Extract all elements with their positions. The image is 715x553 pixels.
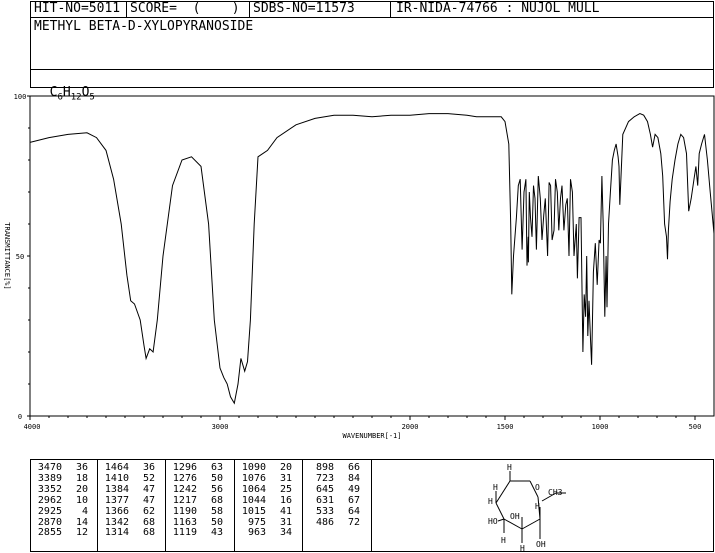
- struct-label-h6: H: [520, 544, 525, 551]
- peak-row: 1190 58: [171, 505, 223, 518]
- peak-table-divider-4: [302, 459, 303, 552]
- struct-label-ch3: CH3: [548, 488, 563, 497]
- struct-label-h3: H: [488, 497, 493, 506]
- peak-transmittance: 64: [347, 505, 360, 517]
- peak-transmittance: 58: [210, 505, 223, 517]
- peak-row: 1015 41: [240, 505, 292, 518]
- peak-row: 1314 68: [103, 528, 155, 539]
- compound-name: METHYL BETA-D-XYLOPYRANOSIDE: [34, 19, 254, 34]
- peak-wavenumber: 2925: [37, 505, 62, 517]
- peak-row: 2855 12: [36, 528, 88, 539]
- header-divider-2: [249, 1, 250, 18]
- peak-transmittance: 62: [142, 505, 155, 517]
- header-divider-3: [390, 1, 391, 18]
- peak-transmittance: 41: [279, 505, 292, 517]
- struct-label-o-ring: O: [535, 483, 540, 492]
- y-tick-label: 0: [18, 413, 22, 421]
- peak-wavenumber: 1190: [172, 505, 197, 517]
- x-axis-label: WAVENUMBER[-1]: [342, 432, 401, 440]
- peak-column-1: 3470 36 3389 18 3352 20 2962 10 2925 4 2870 14 2855 1…: [36, 462, 88, 539]
- peak-row: 2925 4: [36, 505, 88, 518]
- peak-row: 1217 68: [171, 494, 223, 507]
- x-tick-label: 1500: [497, 423, 514, 431]
- peak-row: 486 72: [308, 516, 360, 529]
- peak-row: 1044 16: [240, 494, 292, 507]
- hit-number: HIT-NO=5011: [34, 1, 121, 16]
- peak-wavenumber: 631: [315, 494, 334, 506]
- y-tick-label: 100: [14, 93, 27, 101]
- spectrum-line: [29, 113, 715, 405]
- x-tick-label: 4000: [24, 423, 41, 431]
- peak-transmittance: 34: [279, 527, 292, 539]
- peak-row: 963 34: [240, 528, 292, 539]
- struct-label-oh2: OH: [536, 540, 546, 549]
- peak-row: 1366 62: [103, 505, 155, 518]
- peak-wavenumber: 1015: [241, 505, 266, 517]
- x-tick-label: 1000: [592, 423, 609, 431]
- peak-table-divider-2: [165, 459, 166, 552]
- peak-column-4: 1090 20 1076 31 1064 25 1044 16 1015 41 975 31 963 34: [240, 462, 292, 539]
- struct-label-h1: H: [507, 463, 512, 472]
- peak-wavenumber: 1217: [172, 494, 197, 506]
- peak-wavenumber: 2855: [37, 527, 62, 539]
- peak-transmittance: 12: [75, 527, 88, 539]
- peak-wavenumber: 1314: [104, 527, 129, 539]
- peak-row: 1119 43: [171, 528, 223, 539]
- peak-transmittance: 68: [142, 527, 155, 539]
- ir-nida: IR-NIDA-74766 : NUJOL MULL: [396, 1, 600, 16]
- peak-transmittance: 72: [347, 516, 360, 528]
- header-divider-1: [126, 1, 127, 18]
- ir-spectrum-chart: 4000 3000 2000 1500 1000 500 0 50 100 WAVENUMBER…: [3, 93, 715, 440]
- score: SCORE= ( ): [130, 1, 240, 16]
- peak-transmittance: 47: [142, 494, 155, 506]
- peak-wavenumber: 963: [247, 527, 266, 539]
- peak-transmittance: 67: [347, 494, 360, 506]
- peak-table-divider-1: [97, 459, 98, 552]
- sdbs-number: SDBS-NO=11573: [253, 1, 355, 16]
- peak-wavenumber: 486: [315, 516, 334, 528]
- peak-table-divider-3: [234, 459, 235, 552]
- peak-wavenumber: 533: [315, 505, 334, 517]
- peak-transmittance: 43: [210, 527, 223, 539]
- struct-label-h4: H: [501, 536, 506, 545]
- peak-wavenumber: 1119: [172, 527, 197, 539]
- struct-label-ho: HO: [488, 517, 498, 526]
- peak-wavenumber: 1044: [241, 494, 266, 506]
- peak-transmittance: 68: [210, 494, 223, 506]
- peak-wavenumber: 1366: [104, 505, 129, 517]
- peak-wavenumber: 2962: [37, 494, 62, 506]
- peak-transmittance: 16: [279, 494, 292, 506]
- peak-column-5: 898 66 723 84 645 49 631 67 533 64 486 72: [308, 462, 360, 529]
- peak-row: 631 67: [308, 494, 360, 507]
- struct-label-h2: H: [493, 483, 498, 492]
- y-axis-label: TRANSMITTANCE[%]: [3, 222, 11, 289]
- peak-column-2: 1464 36 1410 52 1384 47 1377 47 1366 62 1342 68 1314…: [103, 462, 155, 539]
- x-tick-label: 3000: [212, 423, 229, 431]
- struct-label-oh1: OH: [510, 512, 520, 521]
- peak-wavenumber: 1377: [104, 494, 129, 506]
- formula-frame: [30, 69, 714, 88]
- x-tick-label: 500: [689, 423, 702, 431]
- y-tick-label: 50: [16, 253, 24, 261]
- peak-row: 2962 10: [36, 494, 88, 507]
- peak-transmittance: 4: [81, 505, 88, 517]
- plot-frame: [29, 95, 715, 417]
- x-tick-label: 2000: [402, 423, 419, 431]
- peak-row: 1377 47: [103, 494, 155, 507]
- peak-row: 533 64: [308, 505, 360, 518]
- peak-column-3: 1296 63 1276 50 1242 56 1217 68 1190 58 1163 50 1119…: [171, 462, 223, 539]
- peak-transmittance: 10: [75, 494, 88, 506]
- struct-label-h5: H: [535, 502, 540, 511]
- molecule-structure: H O CH3 H H HO OH H H H OH: [488, 463, 566, 551]
